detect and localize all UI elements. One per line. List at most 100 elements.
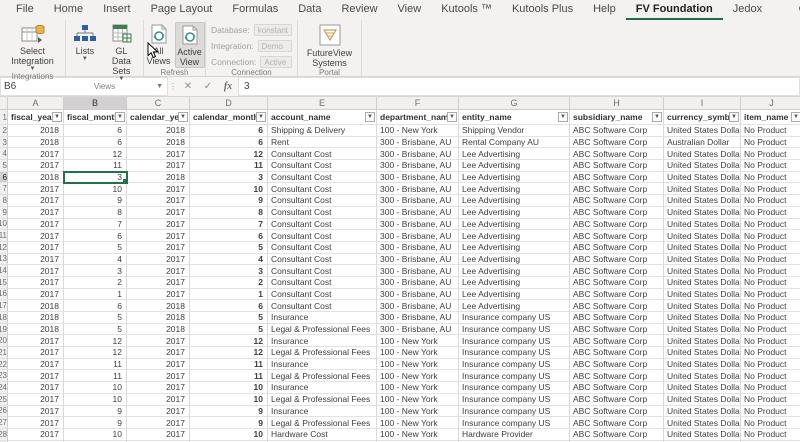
cell-C25[interactable]: 2017: [127, 393, 190, 406]
row-header[interactable]: 9: [0, 206, 8, 219]
tab-page-layout[interactable]: Page Layout: [141, 0, 223, 20]
cell-H7[interactable]: ABC Software Corp: [570, 183, 664, 196]
cell-D14[interactable]: 3: [190, 265, 268, 277]
tab-fv-foundation[interactable]: FV Foundation: [625, 0, 723, 20]
cell-G10[interactable]: Lee Advertising: [459, 218, 570, 231]
cell-A14[interactable]: 2017: [8, 265, 64, 277]
cell-H3[interactable]: ABC Software Corp: [570, 136, 664, 149]
cell-C22[interactable]: 2017: [127, 358, 190, 371]
cell-I13[interactable]: United States Dollar: [664, 253, 741, 266]
cell-J26[interactable]: No Product: [741, 406, 800, 418]
cell-D25[interactable]: 10: [190, 393, 268, 406]
cell-A25[interactable]: 2017: [8, 393, 64, 406]
cell-C10[interactable]: 2017: [127, 218, 190, 231]
cell-F23[interactable]: 100 - New York: [377, 370, 459, 383]
row-header[interactable]: 19: [0, 323, 8, 336]
cell-I5[interactable]: United States Dollar: [664, 160, 741, 172]
cell-J27[interactable]: No Product: [741, 417, 800, 429]
cell-D26[interactable]: 9: [190, 405, 268, 418]
column-header-f[interactable]: F: [377, 97, 459, 110]
cell-C16[interactable]: 2017: [127, 288, 190, 301]
cell-E4[interactable]: Consultant Cost: [268, 148, 377, 161]
formula-input[interactable]: 3: [238, 77, 800, 96]
cell-G21[interactable]: Insurance company US: [459, 347, 570, 359]
cell-B4[interactable]: 12: [64, 148, 127, 161]
row-header[interactable]: 18: [0, 312, 8, 324]
cell-F4[interactable]: 300 - Brisbane, AU: [377, 148, 459, 161]
cell-D5[interactable]: 11: [190, 160, 268, 172]
field-header-fiscal_month[interactable]: fiscal_month ▼: [64, 110, 127, 125]
row-header[interactable]: 12: [0, 241, 8, 254]
cell-H25[interactable]: ABC Software Corp: [570, 393, 664, 406]
insert-function-icon[interactable]: fx: [218, 77, 238, 96]
cell-E2[interactable]: Shipping & Delivery: [268, 125, 377, 137]
cell-G3[interactable]: Rental Company AU: [459, 136, 570, 149]
cell-J19[interactable]: No Product: [741, 324, 800, 336]
cell-C3[interactable]: 2018: [127, 136, 190, 149]
cell-G6[interactable]: Lee Advertising: [459, 171, 570, 184]
cell-C18[interactable]: 2018: [127, 312, 190, 324]
column-header-a[interactable]: A: [8, 97, 64, 110]
cell-D24[interactable]: 10: [190, 382, 268, 394]
cell-J13[interactable]: No Product: [741, 254, 800, 266]
tab-review[interactable]: Review: [331, 0, 387, 20]
field-header-calendar_month[interactable]: calendar_month ▼: [190, 110, 268, 125]
cell-I4[interactable]: United States Dollar: [664, 148, 741, 161]
cell-E8[interactable]: Consultant Cost: [268, 195, 377, 207]
row-header[interactable]: 26: [0, 405, 8, 418]
cell-D18[interactable]: 5: [190, 312, 268, 324]
cell-G11[interactable]: Lee Advertising: [459, 230, 570, 242]
tab-formulas[interactable]: Formulas: [222, 0, 288, 20]
cell-A26[interactable]: 2017: [8, 405, 64, 418]
cell-A5[interactable]: 2017: [8, 160, 64, 172]
cell-B25[interactable]: 10: [64, 393, 127, 406]
column-header-b[interactable]: B: [64, 97, 127, 110]
cell-C21[interactable]: 2017: [127, 347, 190, 359]
cell-E19[interactable]: Legal & Professional Fees: [268, 323, 377, 336]
field-header-account_name[interactable]: account_name ▼: [268, 110, 377, 125]
row-header[interactable]: 15: [0, 276, 8, 289]
cell-I3[interactable]: Australian Dollar: [664, 136, 741, 149]
cell-H8[interactable]: ABC Software Corp: [570, 195, 664, 207]
cell-C12[interactable]: 2017: [127, 241, 190, 254]
cell-C8[interactable]: 2017: [127, 195, 190, 207]
cell-J3[interactable]: No Product: [741, 137, 800, 149]
tab-insert[interactable]: Insert: [93, 0, 141, 20]
cell-C2[interactable]: 2018: [127, 125, 190, 137]
cell-I18[interactable]: United States Dollar: [664, 312, 741, 324]
cell-I20[interactable]: United States Dollar: [664, 335, 741, 348]
cell-J5[interactable]: No Product: [741, 160, 800, 172]
cell-I9[interactable]: United States Dollar: [664, 206, 741, 219]
cell-D16[interactable]: 1: [190, 288, 268, 301]
row-header[interactable]: 16: [0, 288, 8, 301]
cell-H13[interactable]: ABC Software Corp: [570, 253, 664, 266]
cell-G25[interactable]: Insurance company US: [459, 393, 570, 406]
cell-B15[interactable]: 2: [64, 276, 127, 289]
cell-A6[interactable]: 2018: [8, 171, 64, 184]
filter-dropdown-icon[interactable]: ▼: [558, 112, 568, 122]
cell-B16[interactable]: 1: [64, 288, 127, 301]
cell-H22[interactable]: ABC Software Corp: [570, 358, 664, 371]
enter-formula-icon[interactable]: ✓: [198, 77, 218, 96]
cell-H10[interactable]: ABC Software Corp: [570, 218, 664, 231]
name-box-dropdown-icon[interactable]: ▼: [156, 83, 167, 90]
cell-G12[interactable]: Lee Advertising: [459, 241, 570, 254]
cell-G17[interactable]: Lee Advertising: [459, 300, 570, 312]
cell-G23[interactable]: Insurance company US: [459, 370, 570, 383]
row-header[interactable]: 25: [0, 393, 8, 406]
cell-C27[interactable]: 2017: [127, 417, 190, 429]
cell-A3[interactable]: 2018: [8, 136, 64, 149]
cell-F11[interactable]: 300 - Brisbane, AU: [377, 230, 459, 242]
cell-J22[interactable]: No Product: [741, 359, 800, 371]
cell-D9[interactable]: 8: [190, 206, 268, 219]
cell-E18[interactable]: Insurance: [268, 312, 377, 324]
cell-F26[interactable]: 100 - New York: [377, 405, 459, 418]
cell-C28[interactable]: 2017: [127, 428, 190, 441]
gl-data-sets-button[interactable]: GL Data Sets ▼: [103, 22, 140, 82]
cell-J25[interactable]: No Product: [741, 394, 800, 406]
cell-J7[interactable]: No Product: [741, 183, 800, 196]
cell-B10[interactable]: 7: [64, 218, 127, 231]
row-header[interactable]: 28: [0, 428, 8, 441]
cell-I28[interactable]: United States Dollar: [664, 428, 741, 441]
row-header[interactable]: 27: [0, 417, 8, 429]
